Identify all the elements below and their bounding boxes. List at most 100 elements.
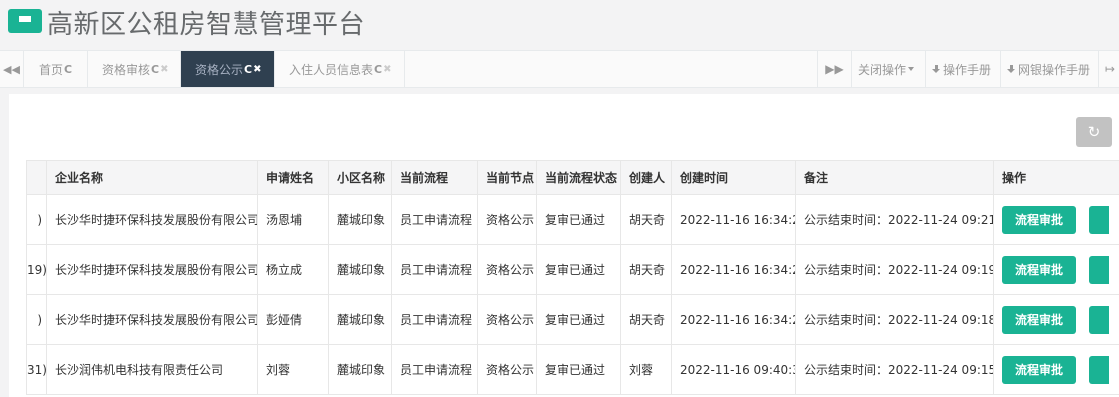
tab-home[interactable]: 首页 C bbox=[25, 51, 88, 87]
close-icon[interactable]: ✖ bbox=[160, 64, 168, 75]
netbank-manual-download-link[interactable]: 网银操作手册 bbox=[1000, 51, 1098, 87]
id-cell: ) bbox=[26, 194, 47, 245]
secondary-action-button[interactable] bbox=[1089, 255, 1109, 284]
actions-cell: 流程审批 bbox=[993, 244, 1119, 295]
node-cell: 资格公示 bbox=[477, 194, 537, 245]
column-header[interactable]: 创建人 bbox=[620, 160, 672, 195]
backward-icon: ◀◀ bbox=[3, 62, 20, 76]
secondary-action-button[interactable] bbox=[1089, 205, 1109, 234]
status-cell: 复审已通过 bbox=[536, 344, 621, 395]
column-header[interactable]: 当前流程 bbox=[391, 160, 478, 195]
close-icon[interactable]: ✖ bbox=[383, 64, 391, 75]
column-header-id bbox=[26, 160, 47, 195]
tab-scroll-right-button[interactable]: ▶▶ bbox=[817, 51, 851, 87]
table-refresh-button[interactable]: ↻ bbox=[1076, 117, 1112, 147]
table-row: ) 长沙华时捷环保科技发展股份有限公司 彭娅倩 麓城印象 员工申请流程 资格公示… bbox=[26, 294, 1119, 345]
data-table-container: 企业名称 申请姓名 小区名称 当前流程 当前节点 当前流程状态 创建人 创建时间… bbox=[26, 160, 1119, 397]
logout-button[interactable]: ↦ bbox=[1098, 51, 1119, 87]
id-cell: 19) bbox=[26, 244, 47, 295]
caret-down-icon bbox=[908, 67, 915, 71]
remark-cell: 公示结束时间：2022-11-24 09:18:44 bbox=[795, 294, 994, 345]
status-cell: 复审已通过 bbox=[536, 294, 621, 345]
tab-label: 入住人员信息表 bbox=[289, 62, 374, 77]
company-cell: 长沙华时捷环保科技发展股份有限公司 bbox=[46, 194, 258, 245]
applicant-cell: 汤恩埔 bbox=[257, 194, 329, 245]
tab-qualification-publicity[interactable]: 资格公示 C ✖ bbox=[181, 51, 275, 87]
close-operations-dropdown[interactable]: 关闭操作 bbox=[851, 51, 925, 87]
creator-cell: 胡天奇 bbox=[620, 244, 672, 295]
creator-cell: 刘蓉 bbox=[620, 344, 672, 395]
refresh-icon[interactable]: C bbox=[374, 63, 382, 76]
table-header-row: 企业名称 申请姓名 小区名称 当前流程 当前节点 当前流程状态 创建人 创建时间… bbox=[26, 160, 1119, 195]
column-header[interactable]: 当前流程状态 bbox=[536, 160, 621, 195]
tab-label: 首页 bbox=[39, 62, 64, 77]
publicity-table: 企业名称 申请姓名 小区名称 当前流程 当前节点 当前流程状态 创建人 创建时间… bbox=[26, 160, 1119, 395]
tab-bar: ◀◀ 首页 C 资格审核 C ✖ 资格公示 C ✖ 入住人员信息表 C ✖ ▶▶ 关闭操作 操… bbox=[0, 50, 1119, 88]
company-cell: 长沙华时捷环保科技发展股份有限公司 bbox=[46, 244, 258, 295]
node-cell: 资格公示 bbox=[477, 244, 537, 295]
remark-cell: 公示结束时间：2022-11-24 09:19:56 bbox=[795, 244, 994, 295]
refresh-icon[interactable]: C bbox=[151, 63, 159, 76]
table-row: 19) 长沙华时捷环保科技发展股份有限公司 杨立成 麓城印象 员工申请流程 资格… bbox=[26, 244, 1119, 295]
actions-cell: 流程审批 bbox=[993, 344, 1119, 395]
process-cell: 员工申请流程 bbox=[391, 244, 478, 295]
actions-cell: 流程审批 bbox=[993, 294, 1119, 345]
flow-approval-button[interactable]: 流程审批 bbox=[1002, 255, 1076, 284]
id-cell: ) bbox=[26, 294, 47, 345]
status-cell: 复审已通过 bbox=[536, 244, 621, 295]
actions-cell: 流程审批 bbox=[993, 194, 1119, 245]
tab-resident-info[interactable]: 入住人员信息表 C ✖ bbox=[275, 51, 405, 87]
secondary-action-button[interactable] bbox=[1089, 305, 1109, 334]
remark-cell: 公示结束时间：2022-11-24 09:21:09 bbox=[795, 194, 994, 245]
process-cell: 员工申请流程 bbox=[391, 194, 478, 245]
bars-icon bbox=[19, 16, 31, 26]
sign-out-icon: ↦ bbox=[1105, 62, 1116, 76]
applicant-cell: 杨立成 bbox=[257, 244, 329, 295]
created-time-cell: 2022-11-16 09:40:31 bbox=[671, 344, 796, 395]
column-header[interactable]: 创建时间 bbox=[671, 160, 796, 195]
node-cell: 资格公示 bbox=[477, 294, 537, 345]
remark-cell: 公示结束时间：2022-11-24 09:15:04 bbox=[795, 344, 994, 395]
flow-approval-button[interactable]: 流程审批 bbox=[1002, 305, 1076, 334]
secondary-action-button[interactable] bbox=[1089, 355, 1109, 384]
community-cell: 麓城印象 bbox=[328, 294, 392, 345]
flow-approval-button[interactable]: 流程审批 bbox=[1002, 205, 1076, 234]
id-cell: 31) bbox=[26, 344, 47, 395]
created-time-cell: 2022-11-16 16:34:20 bbox=[671, 244, 796, 295]
column-header[interactable]: 企业名称 bbox=[46, 160, 258, 195]
close-icon[interactable]: ✖ bbox=[253, 64, 261, 75]
forward-icon: ▶▶ bbox=[825, 62, 844, 76]
applicant-cell: 刘蓉 bbox=[257, 344, 329, 395]
manual-download-link[interactable]: 操作手册 bbox=[925, 51, 1000, 87]
app-title: 高新区公租房智慧管理平台 bbox=[47, 10, 366, 40]
refresh-icon[interactable]: C bbox=[244, 63, 252, 76]
refresh-icon[interactable]: C bbox=[64, 63, 72, 76]
tab-scroll-left-button[interactable]: ◀◀ bbox=[0, 51, 24, 87]
table-row: ) 长沙华时捷环保科技发展股份有限公司 汤恩埔 麓城印象 员工申请流程 资格公示… bbox=[26, 194, 1119, 245]
refresh-icon: ↻ bbox=[1087, 123, 1101, 141]
community-cell: 麓城印象 bbox=[328, 244, 392, 295]
creator-cell: 胡天奇 bbox=[620, 194, 672, 245]
created-time-cell: 2022-11-16 16:34:20 bbox=[671, 194, 796, 245]
page-header: 高新区公租房智慧管理平台 bbox=[0, 0, 1119, 50]
column-header[interactable]: 备注 bbox=[795, 160, 994, 195]
column-header[interactable]: 小区名称 bbox=[328, 160, 392, 195]
tab-label: 资格审核 bbox=[102, 62, 151, 77]
tab-label: 资格公示 bbox=[195, 62, 244, 77]
download-icon bbox=[932, 64, 941, 74]
close-operations-label: 关闭操作 bbox=[858, 62, 907, 77]
status-cell: 复审已通过 bbox=[536, 194, 621, 245]
column-header[interactable]: 操作 bbox=[993, 160, 1119, 195]
company-cell: 长沙华时捷环保科技发展股份有限公司 bbox=[46, 294, 258, 345]
process-cell: 员工申请流程 bbox=[391, 294, 478, 345]
menu-toggle-button[interactable] bbox=[8, 9, 42, 33]
community-cell: 麓城印象 bbox=[328, 194, 392, 245]
column-header[interactable]: 申请姓名 bbox=[257, 160, 329, 195]
created-time-cell: 2022-11-16 16:34:20 bbox=[671, 294, 796, 345]
column-header[interactable]: 当前节点 bbox=[477, 160, 537, 195]
tab-qualification-review[interactable]: 资格审核 C ✖ bbox=[88, 51, 181, 87]
creator-cell: 胡天奇 bbox=[620, 294, 672, 345]
community-cell: 麓城印象 bbox=[328, 344, 392, 395]
netbank-manual-label: 网银操作手册 bbox=[1018, 62, 1091, 77]
flow-approval-button[interactable]: 流程审批 bbox=[1002, 355, 1076, 384]
